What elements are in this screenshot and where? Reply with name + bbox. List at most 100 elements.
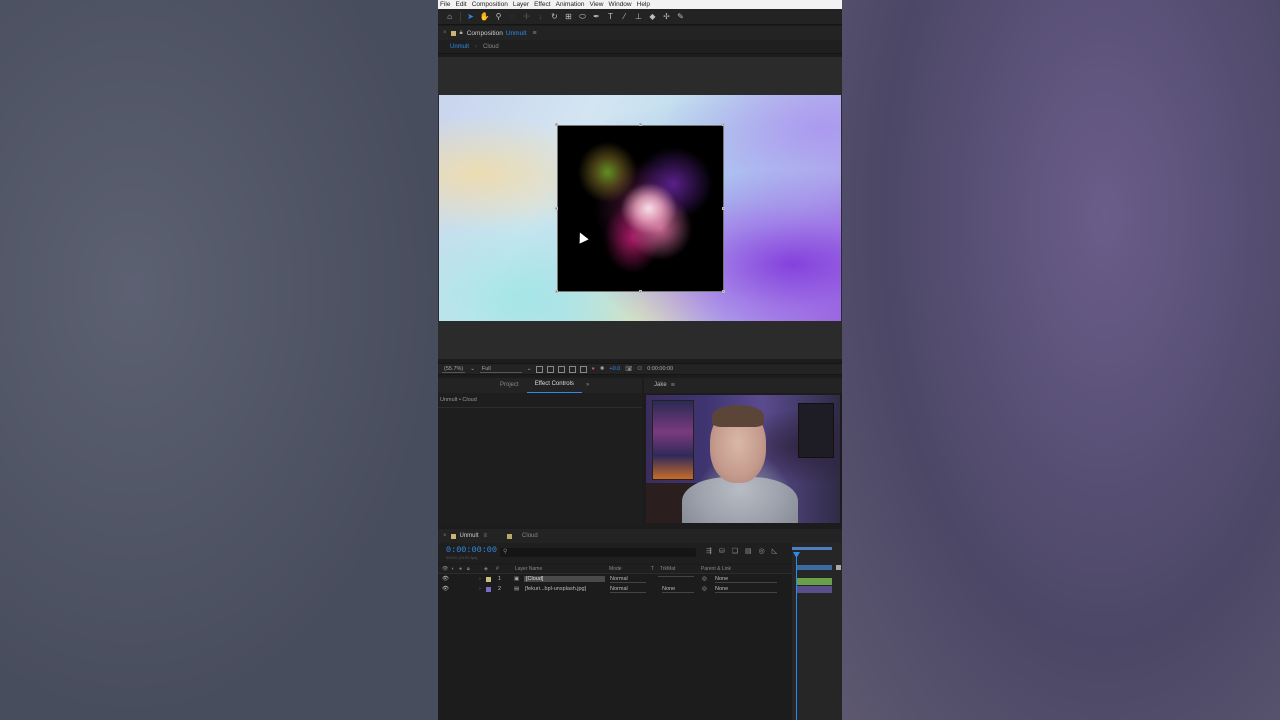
layer-row[interactable]: 👁︎ › 2 ▤ [fekuri...bpl-unsplash.jpg] Nor…	[438, 585, 792, 594]
expand-arrow-icon[interactable]: ›	[479, 586, 481, 592]
grid-guide-icon[interactable]	[569, 365, 577, 373]
ellipse-tool-icon[interactable]: ⬭	[576, 11, 589, 23]
pan-tool-icon[interactable]: ✛	[520, 11, 533, 23]
snapshot-icon[interactable]: 📷︎	[625, 366, 632, 372]
timeline-tab-unmult[interactable]: × Unmult ≡	[443, 533, 487, 539]
transform-handle[interactable]	[722, 207, 725, 210]
selection-tool-icon[interactable]: ➤	[464, 11, 477, 23]
clone-stamp-tool-icon[interactable]: ⊥	[632, 11, 645, 23]
type-tool-icon[interactable]: T	[604, 11, 617, 23]
work-area-bar[interactable]	[792, 547, 832, 550]
tab-effect-controls[interactable]: Effect Controls	[526, 377, 582, 394]
menu-effect[interactable]: Effect	[534, 0, 551, 9]
timeline-timecode[interactable]: 0:00:00:00	[446, 545, 497, 555]
mask-visibility-icon[interactable]	[558, 365, 566, 373]
layer-duration-bar[interactable]	[796, 586, 832, 593]
eye-icon[interactable]: 👁︎	[442, 576, 449, 582]
show-snapshot-icon[interactable]: ⚇	[637, 366, 642, 372]
lock-icon[interactable]: 🔒︎	[460, 30, 463, 37]
pen-tool-icon[interactable]: ✒	[590, 11, 603, 23]
transparency-grid-icon[interactable]	[547, 365, 555, 373]
layer-name[interactable]: [Cloud]	[524, 576, 605, 582]
brush-tool-icon[interactable]: ⁄	[618, 11, 631, 23]
pickwhip-icon[interactable]: ◎	[702, 586, 707, 592]
parent-dropdown[interactable]: None	[715, 576, 777, 583]
transform-handle[interactable]	[555, 290, 558, 293]
zoom-tool-icon[interactable]: ⚲	[492, 11, 505, 23]
roto-brush-tool-icon[interactable]: ✢	[660, 11, 673, 23]
frame-blending-icon[interactable]: ▤	[745, 547, 752, 555]
panel-menu-icon[interactable]: ≡	[671, 382, 675, 389]
tab-jake[interactable]: Jake	[650, 378, 671, 393]
graph-editor-icon[interactable]: ◺	[772, 547, 777, 555]
breadcrumb-unmult[interactable]: Unmult	[450, 44, 469, 50]
composition-mini-flowchart-icon[interactable]: ⇶	[706, 547, 712, 555]
comp-end-marker[interactable]	[836, 565, 841, 570]
toolbar-divider	[460, 11, 461, 22]
layer-search-input[interactable]: ⚲	[500, 548, 696, 557]
region-of-interest-icon[interactable]	[536, 365, 544, 373]
menu-help[interactable]: Help	[637, 0, 650, 9]
panel-menu-icon[interactable]: ≡	[484, 533, 488, 539]
zoom-dropdown[interactable]: (55.7%)	[442, 366, 466, 373]
menu-view[interactable]: View	[590, 0, 604, 9]
channel-icon[interactable]	[580, 365, 588, 373]
viewer-timecode[interactable]: 0:00:00:00	[647, 366, 673, 372]
pan-behind-tool-icon[interactable]: ⊞	[562, 11, 575, 23]
layer-color-swatch[interactable]	[486, 587, 491, 592]
dolly-tool-icon[interactable]: ↓	[534, 11, 547, 23]
mode-dropdown[interactable]: Normal	[610, 586, 646, 593]
time-navigator[interactable]	[796, 565, 832, 570]
exposure-icon[interactable]: ✺	[600, 366, 605, 372]
color-management-icon[interactable]: ●	[591, 366, 594, 372]
trkmat-dropdown[interactable]	[658, 576, 694, 577]
eraser-tool-icon[interactable]: ◆	[646, 11, 659, 23]
home-icon[interactable]: ⌂	[443, 11, 456, 23]
expand-arrow-icon[interactable]: ›	[479, 576, 481, 582]
menu-composition[interactable]: Composition	[472, 0, 508, 9]
rotate-tool-icon[interactable]: ↻	[548, 11, 561, 23]
transform-handle[interactable]	[722, 123, 725, 126]
mode-dropdown[interactable]: Normal	[610, 576, 646, 583]
draft-3d-icon[interactable]: ⛁	[719, 547, 725, 555]
panel-menu-icon[interactable]: ≡	[532, 30, 536, 37]
breadcrumb-cloud[interactable]: Cloud	[483, 44, 499, 50]
transform-handle[interactable]	[555, 207, 558, 210]
cloud-layer[interactable]	[557, 125, 724, 292]
menu-edit[interactable]: Edit	[455, 0, 466, 9]
close-icon[interactable]: ×	[443, 533, 447, 539]
more-panels-icon[interactable]: »	[582, 378, 593, 393]
timeline-tab-label: Unmult	[459, 533, 479, 539]
menu-animation[interactable]: Animation	[556, 0, 585, 9]
playhead-line[interactable]	[796, 555, 797, 720]
layer-name[interactable]: [fekuri...bpl-unsplash.jpg]	[525, 586, 586, 592]
composition-viewer[interactable]	[438, 57, 842, 359]
hand-tool-icon[interactable]: ✋	[478, 11, 491, 23]
layer-duration-bar[interactable]	[796, 578, 832, 585]
tab-project[interactable]: Project	[438, 378, 527, 393]
parent-dropdown[interactable]: None	[715, 586, 777, 593]
trkmat-dropdown[interactable]: None	[662, 586, 694, 593]
transform-handle[interactable]	[639, 123, 642, 126]
menu-window[interactable]: Window	[609, 0, 632, 9]
timeline-graph-area[interactable]	[792, 543, 842, 720]
transform-handle[interactable]	[722, 290, 725, 293]
menu-bar: File Edit Composition Layer Effect Anima…	[438, 0, 842, 9]
timeline-tab-cloud[interactable]: Cloud	[507, 533, 538, 539]
menu-file[interactable]: File	[440, 0, 450, 9]
transform-handle[interactable]	[555, 123, 558, 126]
transform-handle[interactable]	[639, 290, 642, 293]
puppet-pin-tool-icon[interactable]: ✎	[674, 11, 687, 23]
menu-layer[interactable]: Layer	[513, 0, 529, 9]
layer-color-swatch[interactable]	[486, 577, 491, 582]
close-icon[interactable]: ×	[443, 30, 447, 36]
orbit-tool-icon[interactable]: ◌	[506, 11, 519, 23]
exposure-value[interactable]: +0.0	[609, 366, 620, 372]
pickwhip-icon[interactable]: ◎	[702, 576, 707, 582]
shy-layers-icon[interactable]: ❏	[732, 547, 738, 555]
layer-row[interactable]: 👁︎ › 1 ▣ [Cloud] Normal ◎ None	[438, 575, 792, 584]
layer-name-header[interactable]: Layer Name	[515, 566, 542, 572]
eye-icon[interactable]: 👁︎	[442, 586, 449, 592]
motion-blur-icon[interactable]: ◎	[759, 547, 765, 555]
resolution-dropdown[interactable]: Full	[479, 366, 522, 373]
